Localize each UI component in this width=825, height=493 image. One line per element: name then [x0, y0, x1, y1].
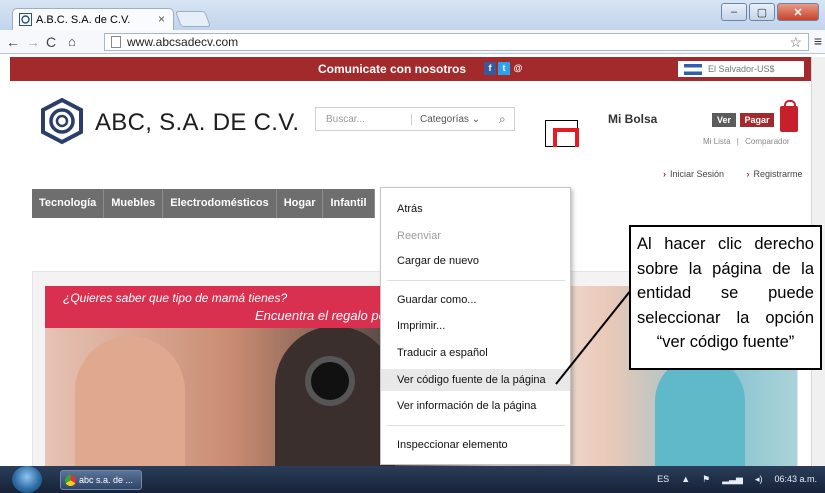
action-center-flag-icon[interactable]: ⚑	[702, 474, 710, 485]
company-logo-icon[interactable]	[38, 97, 86, 145]
banner-woman-photo	[75, 336, 185, 471]
comparador-link[interactable]: Comparador	[745, 137, 789, 146]
shopping-bag-icon[interactable]	[780, 100, 798, 132]
cart-links: Mi Lista | Comparador	[703, 137, 790, 146]
banner-subheadline: Encuentra el regalo pe	[255, 308, 386, 323]
tab-title: A.B.C. S.A. de C.V.	[36, 13, 131, 26]
category-nav: Tecnología Muebles Electrodomésticos Hog…	[32, 189, 375, 218]
menu-item-save-as[interactable]: Guardar como...	[381, 289, 570, 311]
mi-lista-link[interactable]: Mi Lista	[703, 137, 731, 146]
start-button[interactable]	[12, 466, 42, 493]
menu-item-page-info[interactable]: Ver información de la página	[381, 395, 570, 417]
nav-item-electrodomesticos[interactable]: Electrodomésticos	[163, 189, 277, 218]
maximize-button[interactable]: ▢	[749, 3, 775, 21]
window-controls: – ▢ ✕	[721, 3, 819, 21]
twitter-icon[interactable]: t	[498, 62, 510, 75]
banner-girl-photo	[655, 356, 745, 471]
volume-icon[interactable]: ◂)	[755, 474, 763, 485]
annotation-callout: Al hacer clic derecho sobre la página de…	[629, 225, 822, 370]
menu-item-back[interactable]: Atrás	[381, 198, 570, 220]
page-icon	[111, 36, 121, 48]
nav-item-hogar[interactable]: Hogar	[277, 189, 324, 218]
network-signal-icon[interactable]: ▂▃▅	[722, 474, 743, 485]
search-icon[interactable]: ⌕	[499, 112, 506, 127]
categories-label: Categorías	[420, 114, 469, 125]
bookmark-star-icon[interactable]: ☆	[789, 34, 802, 50]
minimize-button[interactable]: –	[721, 3, 747, 21]
red-marker-icon	[545, 120, 579, 147]
register-link[interactable]: › Registrarme	[747, 169, 813, 179]
menu-item-translate[interactable]: Traducir a español	[381, 342, 570, 364]
tab-close-icon[interactable]: ×	[158, 12, 165, 26]
social-links: f t @	[484, 62, 524, 75]
back-arrow-icon[interactable]: ←	[6, 34, 20, 50]
login-label: Iniciar Sesión	[670, 169, 725, 179]
brand-name[interactable]: ABC, S.A. DE C.V.	[95, 109, 299, 137]
facebook-icon[interactable]: f	[484, 62, 496, 75]
menu-item-view-source[interactable]: Ver código fuente de la página	[381, 369, 570, 391]
taskbar-chrome-window[interactable]: abc s.a. de ...	[60, 470, 142, 490]
nav-item-muebles[interactable]: Muebles	[104, 189, 164, 218]
search-input[interactable]: Buscar...	[326, 114, 365, 125]
browser-tab[interactable]: A.B.C. S.A. de C.V. ×	[12, 8, 174, 30]
new-tab-button[interactable]	[175, 11, 211, 27]
home-icon[interactable]: ⌂	[68, 34, 76, 49]
clock[interactable]: 06:43 a.m.	[774, 474, 817, 485]
reload-icon[interactable]: C	[46, 34, 56, 50]
browser-toolbar: ← → C ⌂ www.abcsadecv.com ☆	[0, 30, 825, 54]
forward-arrow-icon[interactable]: →	[26, 34, 40, 50]
email-icon[interactable]: @	[512, 62, 524, 75]
menu-separator	[387, 280, 565, 281]
banner-headline: ¿Quieres saber que tipo de mamá tienes?	[63, 291, 288, 305]
contact-link[interactable]: Comunicate con nosotros	[318, 62, 466, 76]
login-link[interactable]: › Iniciar Sesión	[663, 169, 734, 179]
site-favicon-icon	[19, 13, 32, 26]
close-window-button[interactable]: ✕	[777, 3, 819, 21]
region-selector[interactable]: El Salvador-US$	[678, 61, 804, 77]
menu-item-reload[interactable]: Cargar de nuevo	[381, 250, 570, 272]
menu-item-print[interactable]: Imprimir...	[381, 315, 570, 337]
language-indicator[interactable]: ES	[657, 474, 669, 485]
site-topbar: Comunicate con nosotros f t @ El Salvado…	[10, 57, 811, 81]
menu-separator	[387, 425, 565, 426]
browser-menu-icon[interactable]: ≡	[814, 33, 822, 49]
windows-taskbar: abc s.a. de ... ES ▲ ⚑ ▂▃▅ ◂) 06:43 a.m.	[0, 466, 825, 493]
region-label: El Salvador-US$	[708, 64, 775, 74]
url-text: www.abcsadecv.com	[127, 35, 239, 49]
menu-item-forward[interactable]: Reenviar	[381, 225, 570, 247]
categories-dropdown[interactable]: Categorías ⌄	[411, 114, 480, 125]
menu-item-inspect[interactable]: Inspeccionar elemento	[381, 434, 570, 456]
auth-links: › Iniciar Sesión › Registrarme	[663, 169, 823, 179]
address-bar[interactable]: www.abcsadecv.com ☆	[104, 33, 809, 51]
camera-lens-icon	[305, 356, 355, 406]
el-salvador-flag-icon	[684, 64, 702, 75]
nav-item-tecnologia[interactable]: Tecnología	[32, 189, 105, 218]
screen: A.B.C. S.A. de C.V. × – ▢ ✕ ← → C ⌂ www.…	[0, 0, 825, 493]
context-menu: Atrás Reenviar Cargar de nuevo Guardar c…	[380, 187, 571, 465]
register-label: Registrarme	[753, 169, 803, 179]
system-tray: ES ▲ ⚑ ▂▃▅ ◂) 06:43 a.m.	[657, 474, 817, 485]
checkout-button[interactable]: Pagar	[740, 113, 774, 127]
browser-titlebar: A.B.C. S.A. de C.V. × – ▢ ✕	[0, 0, 825, 30]
view-cart-button[interactable]: Ver	[712, 113, 736, 127]
search-bar[interactable]: Buscar... Categorías ⌄ ⌕	[315, 107, 515, 131]
cart-title: Mi Bolsa	[608, 112, 658, 126]
nav-item-infantil[interactable]: Infantil	[323, 189, 375, 218]
show-hidden-icons-icon[interactable]: ▲	[681, 474, 690, 485]
